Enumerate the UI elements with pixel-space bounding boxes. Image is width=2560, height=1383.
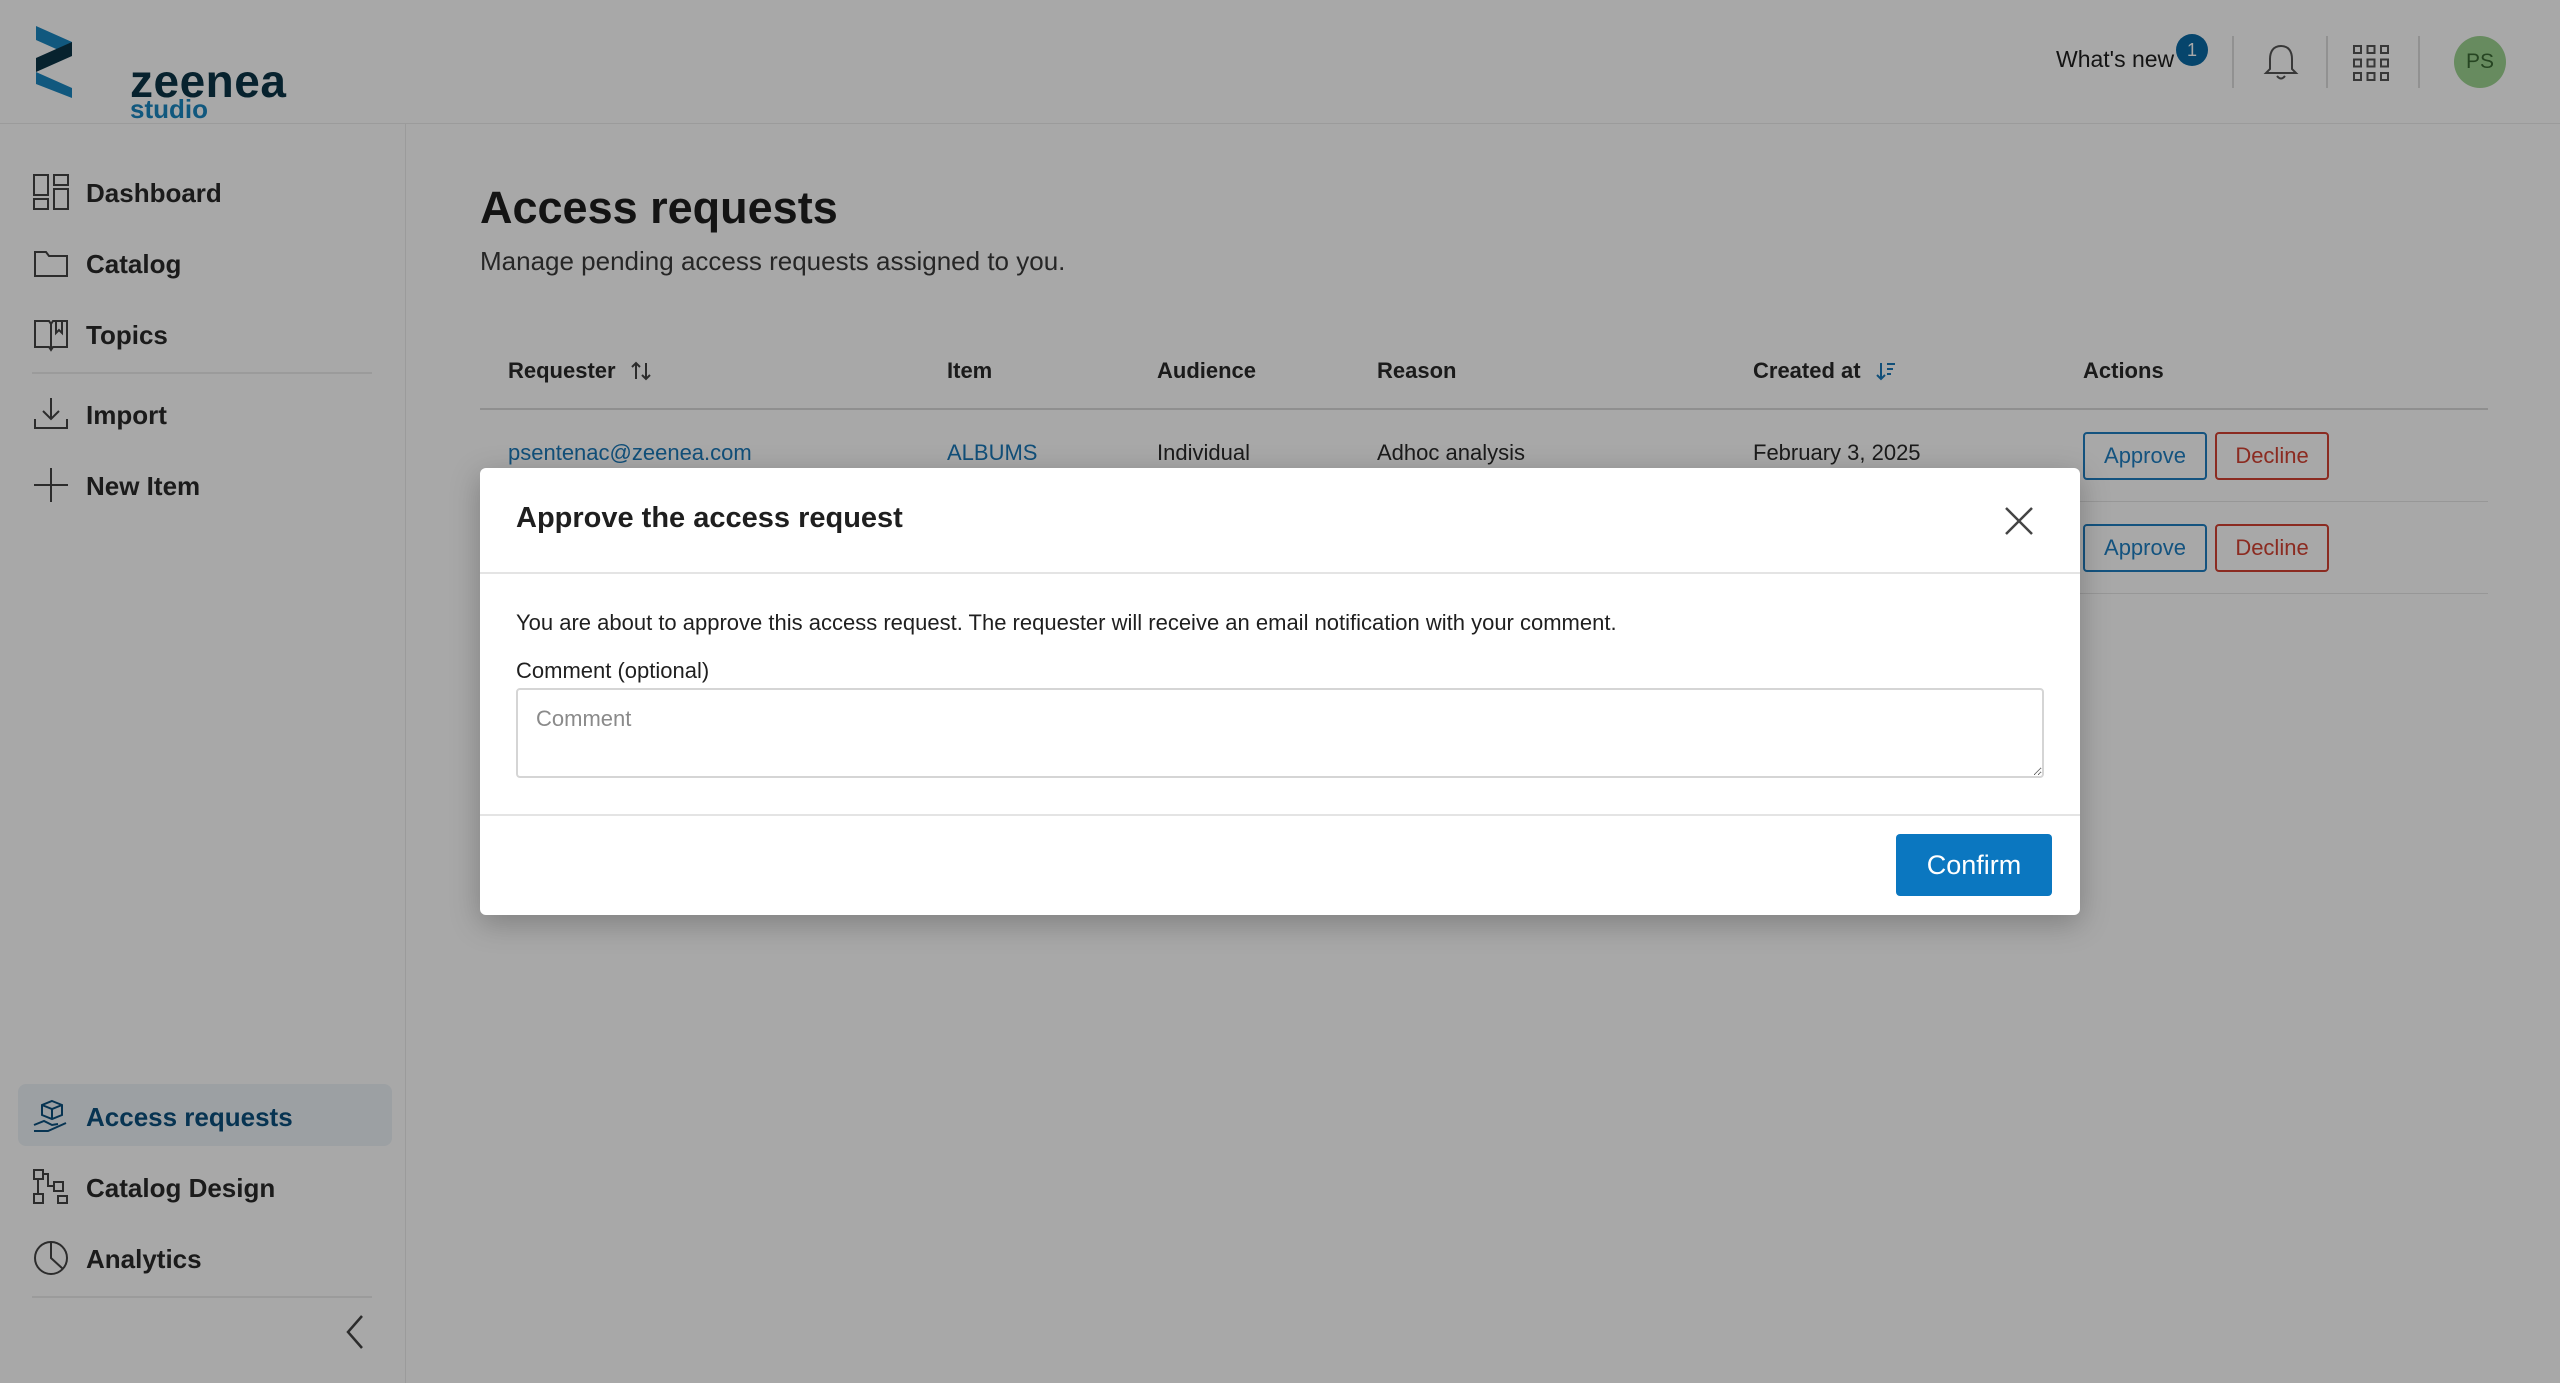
- comment-label: Comment (optional): [516, 658, 710, 683]
- approve-access-request-dialog: Approve the access request You are about…: [480, 468, 2080, 915]
- confirm-button[interactable]: Confirm: [1896, 834, 2052, 896]
- dialog-footer: Confirm: [480, 814, 2080, 915]
- dialog-message: You are about to approve this access req…: [516, 610, 1617, 635]
- comment-textarea[interactable]: [516, 688, 2044, 778]
- dialog-header: Approve the access request: [480, 468, 2080, 574]
- dialog-title: Approve the access request: [516, 502, 903, 534]
- close-icon[interactable]: [2000, 502, 2038, 540]
